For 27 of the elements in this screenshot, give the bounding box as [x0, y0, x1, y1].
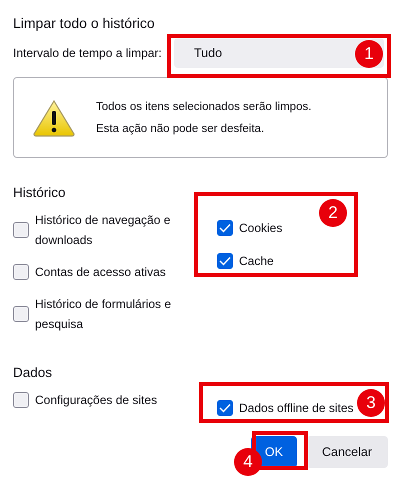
checkbox[interactable] — [217, 220, 233, 236]
section-heading: Histórico — [13, 184, 67, 202]
range-label: Intervalo de tempo a limpar: — [13, 46, 162, 60]
checkbox[interactable] — [217, 400, 233, 416]
checkbox[interactable] — [13, 392, 29, 408]
checkbox-label: Configurações de sites — [35, 392, 158, 409]
range-dropdown[interactable]: Tudo 1 — [174, 38, 384, 68]
checkbox-label: Contas de acesso ativas — [35, 264, 166, 281]
warning-text: Todos os itens selecionados serão limpos. — [96, 100, 312, 112]
checkbox[interactable] — [217, 253, 233, 269]
checkbox-label: Cache — [239, 253, 274, 270]
checkbox[interactable] — [13, 222, 29, 238]
checkbox-label: Histórico de navegação e downloads — [35, 212, 172, 249]
step-number: 3 — [357, 389, 385, 417]
step-number: 2 — [319, 199, 347, 227]
checkbox[interactable] — [13, 306, 29, 322]
checkbox-label: Dados offline de sites — [239, 400, 354, 417]
warning-text: Esta ação não pode ser desfeita. — [96, 122, 266, 134]
checkbox-label: Histórico de formulários e pesquisa — [35, 296, 172, 333]
warning-icon — [32, 98, 76, 136]
checkbox[interactable] — [13, 264, 29, 280]
section-heading: Dados — [13, 364, 54, 382]
dialog-title: Limpar todo o histórico — [13, 14, 156, 32]
checkbox-label: Cookies — [239, 220, 282, 237]
cancel-button[interactable]: Cancelar — [306, 436, 388, 468]
step-number: 1 — [355, 40, 383, 68]
step-number: 4 — [234, 448, 262, 476]
